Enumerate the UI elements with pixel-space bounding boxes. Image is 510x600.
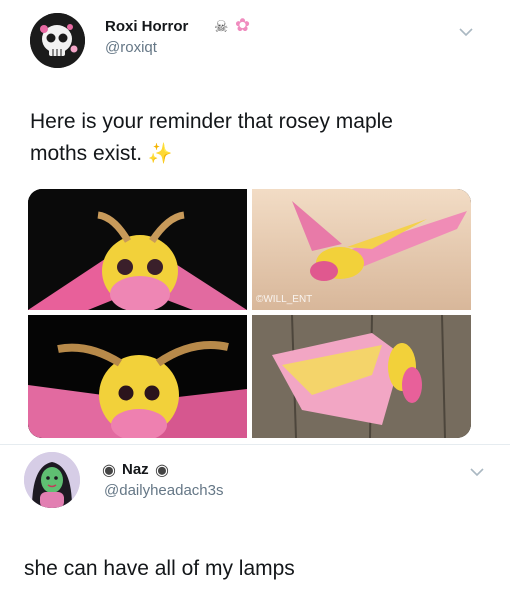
sparkles-icon: ✨ <box>147 143 173 165</box>
reply-author-handle[interactable]: @dailyheadach3s <box>104 482 223 499</box>
chevron-down-icon[interactable] <box>459 27 473 37</box>
reply-text: she can have all of my lamps <box>24 557 295 580</box>
eye-icon: ◉ <box>155 462 169 479</box>
skull-avatar-icon <box>30 13 85 68</box>
moth-photo <box>28 315 247 438</box>
tweet-text-end: moths exist. <box>30 142 143 165</box>
tweet-divider <box>0 444 510 445</box>
chevron-down-icon[interactable] <box>470 467 484 477</box>
reply-avatar[interactable] <box>24 452 80 508</box>
flower-icon: ✿ <box>235 15 251 35</box>
moth-photo <box>28 189 247 310</box>
tweet-text-line: moths exist. ✨ <box>30 138 490 170</box>
tweet-photo-1[interactable] <box>28 189 247 310</box>
skull-icon: ☠ <box>214 19 229 36</box>
tweet-photo-3[interactable] <box>28 315 247 438</box>
tweet-photo-4[interactable] <box>252 315 471 438</box>
tweet-text-line: Here is your reminder that rosey maple <box>30 110 393 133</box>
reply-author-name[interactable]: Naz <box>122 461 149 478</box>
author-handle[interactable]: @roxiqt <box>105 39 157 56</box>
tweet-photo-2[interactable]: ©WILL_ENT <box>252 189 471 310</box>
eye-icon: ◉ <box>102 462 116 479</box>
moth-photo: ©WILL_ENT <box>252 189 471 310</box>
tweet-text: Here is your reminder that rosey maple m… <box>30 106 490 170</box>
author-avatar[interactable] <box>30 13 85 68</box>
moth-photo <box>252 315 471 438</box>
green-girl-avatar-icon <box>24 452 80 508</box>
author-name[interactable]: Roxi Horror <box>105 18 188 35</box>
photo-watermark: ©WILL_ENT <box>256 294 312 305</box>
